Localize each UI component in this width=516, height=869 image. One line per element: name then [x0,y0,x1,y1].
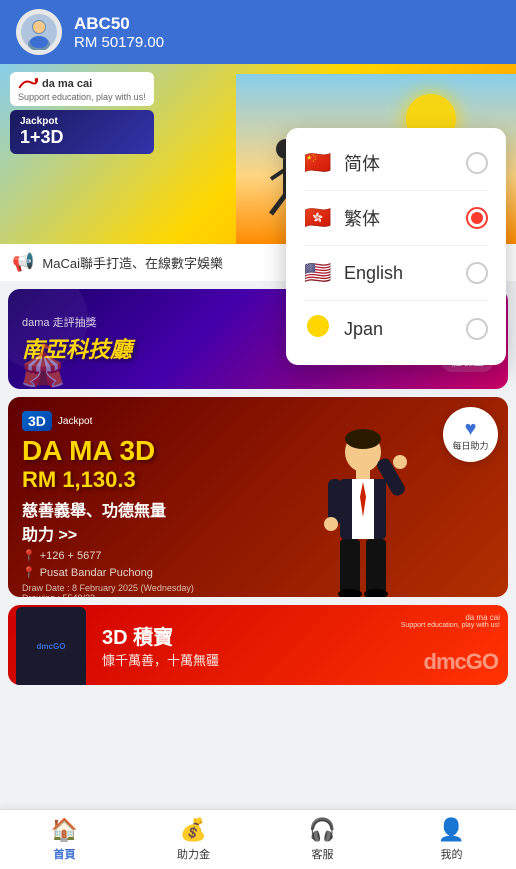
promo3-phone: dmcGO [16,607,106,685]
promo3-brand: da ma cai Support education, play with u… [401,613,500,629]
nav-icon-profile: 👤 [438,817,465,843]
promo2-location: 📍 Pusat Bandar Puchong [22,566,494,579]
promo2-drawing: Drawing : 5549/23 [22,593,494,597]
jackpot-sub: Jackpot [20,116,144,127]
nav-item-bonus[interactable]: 💰 助力金 [129,817,258,862]
lang-flag-zh-hans: 🇨🇳 [304,150,332,176]
lang-radio-en[interactable] [466,262,488,284]
brand-tagline: Support education, play with us! [18,92,146,102]
header-username: ABC50 [74,14,500,34]
marquee-text: MaCai聯手打造、在線數字娛樂 [42,253,223,272]
lang-flag-ja [304,315,332,343]
lang-item-ja[interactable]: Jpan [286,301,506,357]
nav-icon-bonus: 💰 [180,817,207,843]
decor-icon: 🎪 [18,342,68,389]
promo2-content: 3D Jackpot DA MA 3D RM 1,130.3 慈善義舉、功德無量… [8,397,508,597]
header: ABC50 RM 50179.00 [0,0,516,64]
main-content: da ma cai Support education, play with u… [0,64,516,809]
badge-area: 3D Jackpot [22,411,494,431]
nav-label-profile: 我的 [441,846,463,862]
avatar [16,9,62,55]
header-balance: RM 50179.00 [74,34,500,51]
bottom-spacer [0,685,516,701]
header-info: ABC50 RM 50179.00 [74,14,500,51]
language-dropdown: 🇨🇳 简体 🇭🇰 繁体 🇺🇸 English Jpan [286,128,506,365]
lang-item-zh-hans[interactable]: 🇨🇳 简体 [286,136,506,190]
speaker-icon: 📢 [12,252,34,273]
promo-card-3d-jackpot[interactable]: 3D Jackpot DA MA 3D RM 1,130.3 慈善義舉、功德無量… [8,397,508,597]
nav-label-home: 首頁 [54,846,76,862]
promo2-phone: 📍 +126 + 5677 [22,549,494,562]
nav-label-service: 客服 [312,846,334,862]
promo2-draw-info: Draw Date : 8 February 2025 (Wednesday) … [22,583,494,597]
lang-flag-en: 🇺🇸 [304,260,332,286]
lang-item-zh-hant[interactable]: 🇭🇰 繁体 [286,191,506,245]
promo3-title: 3D 積寶 [102,621,219,650]
promo2-draw-date: Draw Date : 8 February 2025 (Wednesday) [22,583,494,593]
lang-name-zh-hans: 简体 [344,150,454,176]
promo2-amount: DA MA 3D [22,435,494,467]
bottom-nav: 🏠 首頁 💰 助力金 🎧 客服 👤 我的 [0,809,516,869]
jackpot-label: 1+3D [20,127,144,148]
lang-name-en: English [344,263,454,284]
promo-card-3d-jackubao[interactable]: da ma cai Support education, play with u… [8,605,508,685]
brand-name: da ma cai [42,78,92,90]
nav-icon-home: 🏠 [51,817,78,843]
heart-icon: ♥ [465,418,477,441]
nav-item-home[interactable]: 🏠 首頁 [0,817,129,862]
brand-logo-area: da ma cai Support education, play with u… [10,72,154,154]
lang-name-ja: Jpan [344,319,454,340]
lang-flag-zh-hant: 🇭🇰 [304,205,332,231]
badge-jackpot: Jackpot [58,416,92,427]
lang-radio-zh-hans[interactable] [466,152,488,174]
promo2-title: 慈善義舉、功德無量 [22,497,494,521]
promo2-cta[interactable]: 助力 >> [22,521,494,545]
badge-3d: 3D [22,411,52,431]
dmcgo-watermark: dmcGO [424,649,498,675]
promo3-text-area: 3D 積寶 慷千萬善，十萬無疆 [102,621,219,669]
lang-radio-ja[interactable] [466,318,488,340]
nav-item-service[interactable]: 🎧 客服 [258,817,387,862]
lang-name-zh-hant: 繁体 [344,205,454,231]
lang-item-en[interactable]: 🇺🇸 English [286,246,506,300]
promo3-sub: 慷千萬善，十萬無疆 [102,650,219,669]
nav-icon-service: 🎧 [309,817,336,843]
nav-item-profile[interactable]: 👤 我的 [387,817,516,862]
helper-label: 每日助力 [452,441,488,452]
lang-radio-zh-hant[interactable] [466,207,488,229]
nav-label-bonus: 助力金 [177,846,210,862]
promo2-amount-num: RM 1,130.3 [22,467,494,493]
helper-bubble[interactable]: ♥ 每日助力 [443,407,498,462]
